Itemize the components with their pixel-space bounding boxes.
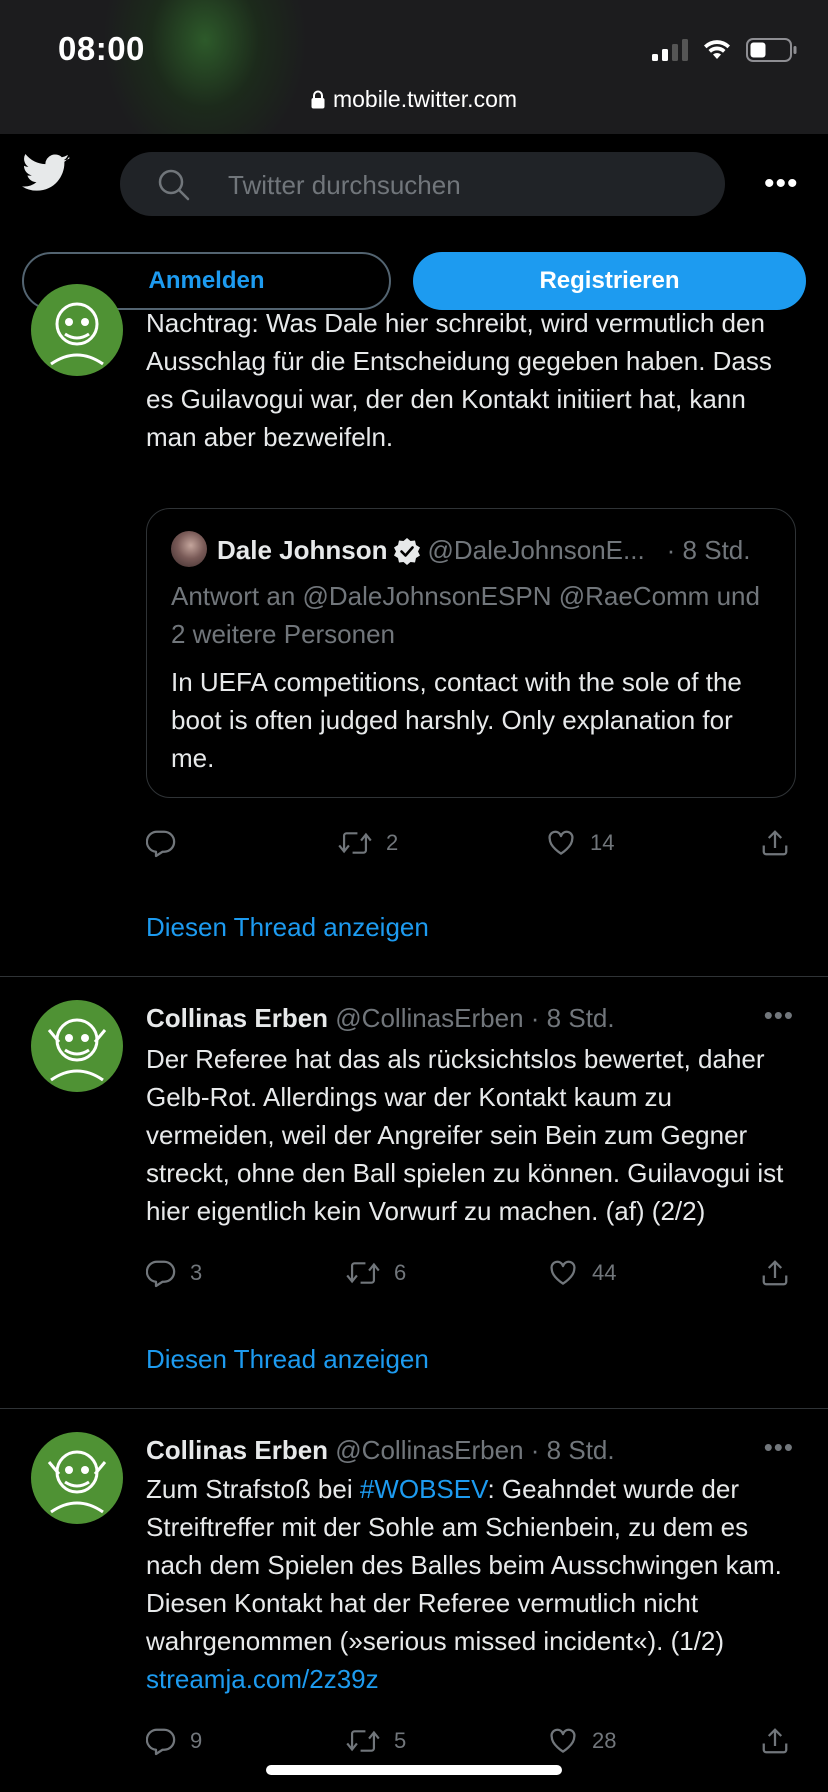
show-thread-link[interactable]: Diesen Thread anzeigen <box>146 1344 429 1375</box>
status-time: 08:00 <box>58 30 145 67</box>
share-button[interactable] <box>760 1258 790 1288</box>
tweet-time: · 8 Std. <box>530 1003 615 1033</box>
avatar[interactable] <box>31 1432 123 1524</box>
wifi-icon <box>704 40 730 59</box>
search-icon <box>158 169 190 201</box>
retweet-button[interactable]: 2 <box>338 828 398 858</box>
reply-button[interactable]: 3 <box>146 1258 202 1288</box>
quoted-tweet-text: In UEFA competitions, contact with the s… <box>171 667 742 773</box>
tweet-header: Collinas Erben @CollinasErben · 8 Std. <box>146 1434 615 1466</box>
hashtag-link[interactable]: #WOBSEV <box>360 1474 488 1504</box>
like-count: 44 <box>592 1260 617 1285</box>
quoted-tweet[interactable]: Dale Johnson @DaleJohnsonE... · 8 Std. Ant… <box>146 508 796 798</box>
tweet-actions: 3 6 44 <box>146 1258 796 1294</box>
share-icon <box>762 830 788 856</box>
battery-icon <box>746 38 797 62</box>
like-count: 14 <box>590 830 615 855</box>
heart-icon <box>548 830 574 855</box>
reply-count: 9 <box>190 1728 203 1753</box>
lock-icon <box>311 90 325 109</box>
retweet-count: 6 <box>394 1260 407 1285</box>
like-button[interactable]: 28 <box>548 1726 616 1756</box>
retweet-icon <box>338 832 372 854</box>
heart-icon <box>550 1728 576 1753</box>
register-button[interactable]: Registrieren <box>413 252 806 310</box>
referee-avatar-icon <box>47 1450 107 1514</box>
app-header: ••• Anmelden Registrieren <box>0 134 828 320</box>
avatar[interactable] <box>31 284 123 376</box>
author-name[interactable]: Collinas Erben <box>146 1003 328 1033</box>
tweet-text: Zum Strafstoß bei #WOBSEV: Geahndet wurd… <box>146 1470 798 1698</box>
quoted-tweet-header: Dale Johnson @DaleJohnsonE... · 8 Std. <box>171 531 751 572</box>
tweet-actions: 9 5 28 <box>146 1726 796 1762</box>
search-input[interactable] <box>226 152 710 218</box>
reply-button[interactable]: 9 <box>146 1726 202 1756</box>
more-options-icon[interactable]: ••• <box>764 169 799 199</box>
avatar[interactable] <box>31 1000 123 1092</box>
tweet-more-icon[interactable]: ••• <box>764 1432 794 1463</box>
url-text: mobile.twitter.com <box>332 86 518 112</box>
address-bar[interactable]: mobile.twitter.com <box>0 86 828 113</box>
reply-icon <box>146 1260 176 1288</box>
verified-badge-icon <box>393 537 421 572</box>
share-button[interactable] <box>760 1726 790 1756</box>
referee-avatar-icon <box>47 1018 107 1082</box>
cellular-signal-icon <box>652 39 688 61</box>
retweet-button[interactable]: 5 <box>346 1726 406 1756</box>
twitter-logo[interactable] <box>22 154 70 199</box>
referee-avatar-icon <box>50 302 104 366</box>
tweet-header: Collinas Erben @CollinasErben · 8 Std. <box>146 1002 615 1034</box>
reply-context: Antwort an @DaleJohnsonESPN @RaeComm und… <box>171 581 760 649</box>
share-icon <box>762 1260 788 1286</box>
quoted-tweet-time: · 8 Std. <box>666 535 751 565</box>
tweet-more-icon[interactable]: ••• <box>764 1000 794 1031</box>
search-box[interactable] <box>120 152 725 218</box>
quoted-author-name: Dale Johnson <box>217 535 388 565</box>
divider <box>0 976 828 977</box>
like-button[interactable]: 14 <box>546 828 614 858</box>
heart-icon <box>550 1260 576 1285</box>
quoted-author-handle: @DaleJohnsonE... <box>427 535 645 565</box>
share-icon <box>762 1728 788 1754</box>
twitter-bird-icon <box>22 154 70 191</box>
tweet-text: Nachtrag: Was Dale hier schreibt, wird v… <box>146 308 772 452</box>
status-bar: 08:00 mobile.twitter.com <box>0 0 828 134</box>
reply-count: 3 <box>190 1260 203 1285</box>
divider <box>0 1408 828 1409</box>
reply-button[interactable] <box>146 828 190 858</box>
author-handle[interactable]: @CollinasErben <box>335 1003 523 1033</box>
retweet-icon <box>346 1262 380 1284</box>
tweet-actions: 2 14 <box>146 828 796 864</box>
tweet-text: Der Referee hat das als rücksichtslos be… <box>146 1044 784 1226</box>
reply-icon <box>146 830 176 858</box>
avatar <box>171 531 207 567</box>
external-link[interactable]: streamja.com/2z39z <box>146 1664 379 1694</box>
retweet-icon <box>346 1730 380 1752</box>
home-indicator[interactable] <box>266 1765 562 1775</box>
reply-icon <box>146 1728 176 1756</box>
share-button[interactable] <box>760 828 790 858</box>
like-count: 28 <box>592 1728 617 1753</box>
retweet-count: 2 <box>386 830 399 855</box>
show-thread-link[interactable]: Diesen Thread anzeigen <box>146 912 429 943</box>
system-icons <box>652 36 798 64</box>
retweet-button[interactable]: 6 <box>346 1258 406 1288</box>
author-handle[interactable]: @CollinasErben <box>335 1435 523 1465</box>
author-name[interactable]: Collinas Erben <box>146 1435 328 1465</box>
like-button[interactable]: 44 <box>548 1258 616 1288</box>
retweet-count: 5 <box>394 1728 407 1753</box>
tweet-time: · 8 Std. <box>530 1435 615 1465</box>
tweet-text-part: Zum Strafstoß bei <box>146 1474 360 1504</box>
